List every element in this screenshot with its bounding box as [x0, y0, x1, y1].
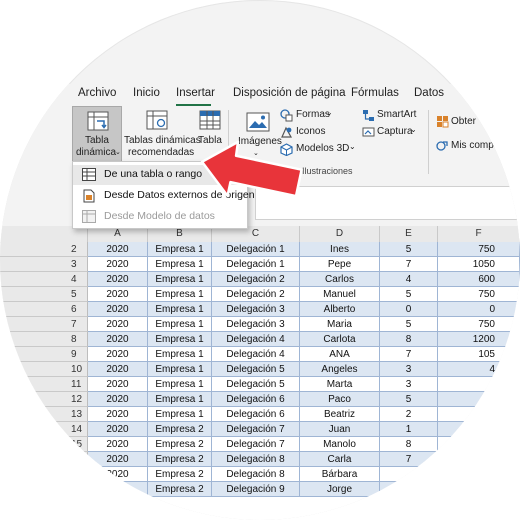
red-pointer-arrow-icon: [200, 140, 303, 198]
screenshot-viewport: Archivo Inicio Insertar Disposición de p…: [0, 0, 520, 520]
